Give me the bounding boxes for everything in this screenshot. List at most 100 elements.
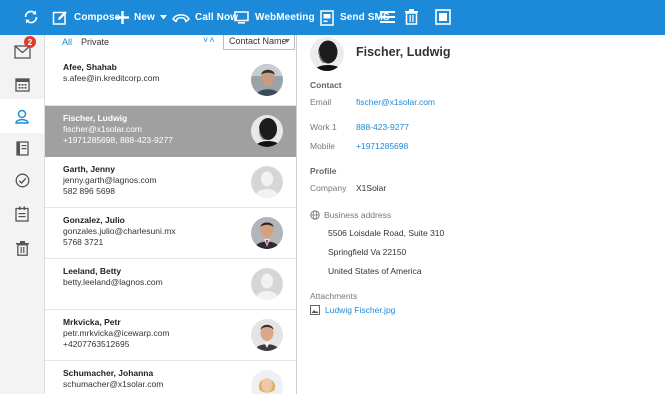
contact-row[interactable]: Afee, Shahab s.afee@in.kreditcorp.com xyxy=(45,55,296,106)
call-now-label: Call Now xyxy=(195,12,239,23)
nav-contacts[interactable] xyxy=(0,99,44,133)
calendar-icon xyxy=(14,77,30,92)
work-phone-label: Work 1 xyxy=(310,122,337,132)
filter-all[interactable]: All xyxy=(62,37,72,47)
globe-icon xyxy=(310,210,320,220)
contact-email: betty.leeland@lagnos.com xyxy=(63,277,163,287)
mobile-phone-label: Mobile xyxy=(310,141,336,151)
contact-email: jenny.garth@lagnos.com xyxy=(63,175,157,185)
nav-notes[interactable] xyxy=(0,131,44,165)
contact-name: Leeland, Betty xyxy=(63,266,122,276)
contact-phone: 5768 3721 xyxy=(63,237,104,247)
contact-avatar-placeholder xyxy=(251,268,283,300)
contact-row[interactable]: Mrkvicka, Petr petr.mrkvicka@icewarp.com… xyxy=(45,310,296,361)
nav-mail[interactable]: 2 xyxy=(0,35,44,69)
plus-icon xyxy=(116,11,129,24)
contact-row[interactable]: Gonzalez, Julio gonzales.julio@charlesun… xyxy=(45,208,296,259)
trash-icon xyxy=(15,240,29,256)
contact-section-heading: Contact xyxy=(310,80,342,90)
webmeeting-label: WebMeeting xyxy=(255,12,315,23)
checkmark-circle-icon xyxy=(15,173,29,187)
contact-row-selected[interactable]: Fischer, Ludwig fischer@x1solar.com +197… xyxy=(45,106,296,157)
sort-field-value: Contact Name xyxy=(229,36,287,46)
email-link[interactable]: fischer@x1solar.com xyxy=(356,97,435,107)
call-now-button[interactable]: Call Now xyxy=(172,0,238,35)
contact-row[interactable]: Garth, Jenny jenny.garth@lagnos.com 582 … xyxy=(45,157,296,208)
detail-avatar xyxy=(310,37,344,71)
toggle-panel-button[interactable] xyxy=(435,9,451,25)
contact-name: Schumacher, Johanna xyxy=(63,368,154,378)
company-value: X1Solar xyxy=(356,183,387,193)
attachment-link[interactable]: Ludwig Fischer.jpg xyxy=(310,305,395,315)
attachment-filename: Ludwig Fischer.jpg xyxy=(325,305,396,315)
contact-avatar xyxy=(251,217,283,249)
new-dropdown-button[interactable]: New xyxy=(116,0,167,35)
nav-journal[interactable] xyxy=(0,197,44,231)
contact-row[interactable]: Leeland, Betty betty.leeland@lagnos.com xyxy=(45,259,296,310)
contact-avatar xyxy=(251,64,283,96)
compose-icon xyxy=(52,10,67,25)
contact-list-panel: All Private ˅˄ Contact Name Afee, Shahab… xyxy=(45,35,297,394)
mobile-phone-link[interactable]: +1971285698 xyxy=(356,141,408,151)
contact-name: Garth, Jenny xyxy=(63,164,115,174)
contact-rows: Afee, Shahab s.afee@in.kreditcorp.com Fi… xyxy=(45,55,296,394)
attachments-heading: Attachments xyxy=(310,291,358,301)
profile-section-heading: Profile xyxy=(310,166,337,176)
address-line-3: United States of America xyxy=(328,266,422,276)
address-line-2: Springfield Va 22150 xyxy=(328,247,407,257)
contact-phone: 582 896 5698 xyxy=(63,186,115,196)
contact-email: fischer@x1solar.com xyxy=(63,124,143,134)
journal-icon xyxy=(15,206,29,222)
contact-email: petr.mrkvicka@icewarp.com xyxy=(63,328,170,338)
left-navigation: 2 xyxy=(0,35,45,394)
caret-down-icon xyxy=(159,15,167,20)
contact-row[interactable]: Schumacher, Johanna schumacher@x1solar.c… xyxy=(45,361,296,394)
compose-button[interactable]: Compose xyxy=(52,0,120,35)
business-address-label: Business address xyxy=(324,210,392,220)
company-label: Company xyxy=(310,183,347,193)
compose-label: Compose xyxy=(74,12,121,23)
mail-unread-badge: 2 xyxy=(24,36,36,48)
contact-avatar xyxy=(251,319,283,351)
nav-tasks[interactable] xyxy=(0,163,44,197)
address-line-1: 5506 Loisdale Road, Suite 310 xyxy=(328,228,445,238)
contact-email: schumacher@x1solar.com xyxy=(63,379,164,389)
work-phone-link[interactable]: 888-423-9277 xyxy=(356,122,409,132)
contact-name: Afee, Shahab xyxy=(63,62,117,72)
list-filter-bar: All Private ˅˄ Contact Name xyxy=(45,35,296,53)
caret-down-icon xyxy=(284,39,290,43)
business-address-heading: Business address xyxy=(310,210,391,220)
detail-contact-name: Fischer, Ludwig xyxy=(356,45,451,59)
contact-name: Mrkvicka, Petr xyxy=(63,317,121,327)
sms-icon xyxy=(320,9,334,26)
notes-icon xyxy=(15,140,29,156)
email-label: Email xyxy=(310,97,332,107)
contact-name: Fischer, Ludwig xyxy=(63,113,128,123)
person-icon xyxy=(15,109,29,124)
top-toolbar: Compose New Call Now WebMeeting Send SMS xyxy=(0,0,665,35)
trash-icon xyxy=(405,9,418,25)
nav-trash[interactable] xyxy=(0,231,44,265)
image-file-icon xyxy=(310,305,320,315)
contact-avatar-placeholder xyxy=(251,166,283,198)
app-window: Compose New Call Now WebMeeting Send SMS… xyxy=(0,0,665,394)
contact-email: gonzales.julio@charlesuni.mx xyxy=(63,226,176,236)
contact-email: s.afee@in.kreditcorp.com xyxy=(63,73,160,83)
delete-button[interactable] xyxy=(405,9,418,25)
monitor-icon xyxy=(234,11,249,24)
filter-private[interactable]: Private xyxy=(81,37,109,47)
contact-phone: +4207763512695 xyxy=(63,339,130,349)
hamburger-icon xyxy=(380,11,395,23)
refresh-button[interactable] xyxy=(22,8,40,26)
contact-detail-pane: Fischer, Ludwig Contact Email fischer@x1… xyxy=(298,35,665,394)
menu-button[interactable] xyxy=(380,10,395,24)
contact-avatar xyxy=(251,115,283,147)
webmeeting-button[interactable]: WebMeeting xyxy=(234,0,315,35)
panel-icon xyxy=(435,9,451,25)
nav-calendar[interactable] xyxy=(0,67,44,101)
sort-field-select[interactable]: Contact Name xyxy=(223,35,295,50)
phone-icon xyxy=(172,13,190,23)
new-label: New xyxy=(134,12,155,23)
contact-avatar xyxy=(251,370,283,394)
sort-direction-toggle[interactable]: ˅˄ xyxy=(203,35,216,45)
